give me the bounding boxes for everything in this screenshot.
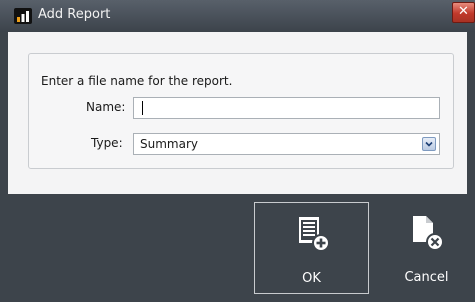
- close-icon: ✕: [458, 4, 469, 19]
- bar-chart-icon: [14, 8, 32, 24]
- dropdown-button[interactable]: [422, 137, 436, 151]
- title-bar[interactable]: Add Report ✕: [0, 0, 475, 32]
- add-document-icon: [299, 217, 330, 252]
- ok-button[interactable]: OK: [254, 202, 369, 294]
- button-bar: OK Cancel: [0, 194, 475, 302]
- type-selected-value: Summary: [140, 137, 198, 151]
- instruction-text: Enter a file name for the report.: [41, 74, 233, 88]
- text-cursor: [142, 101, 143, 115]
- name-input[interactable]: [133, 97, 440, 119]
- dialog-content: Enter a file name for the report. Name: …: [8, 32, 467, 194]
- form-group: Enter a file name for the report. Name: …: [28, 53, 454, 169]
- name-label: Name:: [86, 100, 126, 114]
- close-button[interactable]: ✕: [452, 2, 475, 23]
- ok-button-label: OK: [302, 271, 321, 286]
- remove-document-icon: [413, 216, 444, 251]
- type-dropdown[interactable]: Summary: [133, 133, 440, 155]
- chevron-down-icon: [425, 141, 433, 147]
- cancel-button[interactable]: Cancel: [369, 202, 475, 294]
- cancel-button-label: Cancel: [404, 270, 449, 285]
- add-report-dialog: Add Report ✕ Enter a file name for the r…: [0, 0, 475, 302]
- type-label: Type:: [91, 136, 123, 150]
- dialog-title: Add Report: [38, 7, 111, 22]
